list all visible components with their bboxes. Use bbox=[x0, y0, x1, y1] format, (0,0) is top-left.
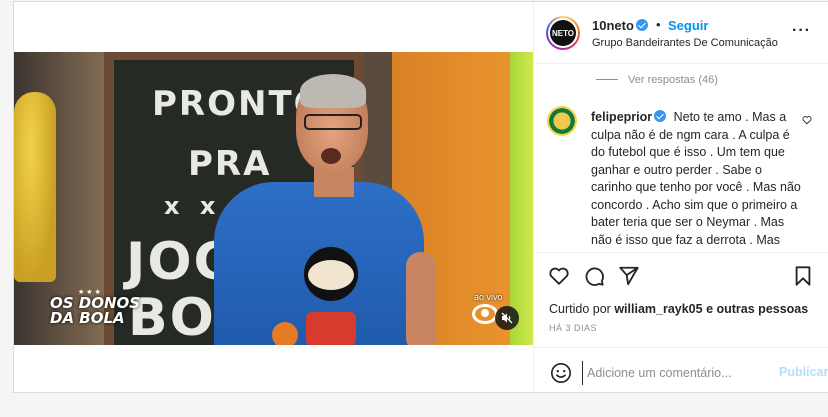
mute-button[interactable] bbox=[495, 306, 519, 330]
chalk-text-2: PRA bbox=[188, 144, 272, 184]
add-comment-bar: Publicar bbox=[534, 347, 828, 393]
replies-divider bbox=[596, 79, 618, 80]
comment-text: Neto te amo . Mas a culpa não é de ngm c… bbox=[591, 110, 801, 246]
publish-button[interactable]: Publicar bbox=[779, 365, 828, 379]
glasses bbox=[304, 114, 362, 130]
arm bbox=[406, 252, 436, 345]
share-icon[interactable] bbox=[618, 265, 640, 287]
live-label: ao vivo bbox=[474, 292, 503, 302]
view-replies-link[interactable]: Ver respostas (46) bbox=[596, 74, 718, 86]
avatar-text: NETO bbox=[550, 20, 576, 46]
heart-icon[interactable] bbox=[548, 265, 570, 287]
verified-badge-icon bbox=[654, 110, 667, 122]
bookmark-icon[interactable] bbox=[792, 265, 814, 287]
ellipsis-icon: ··· bbox=[792, 22, 811, 39]
yellow-figure bbox=[14, 92, 56, 282]
liked-suffix-link[interactable]: e outras pessoas bbox=[706, 302, 808, 316]
show-logo: OS DONOS DA BOLA bbox=[50, 294, 141, 327]
post-actions: Curtido por william_rayk05 e outras pess… bbox=[534, 252, 828, 362]
username-text[interactable]: 10neto bbox=[592, 18, 634, 33]
verified-badge-icon bbox=[635, 19, 648, 31]
post-subtitle[interactable]: Grupo Bandeirantes De Comunicação bbox=[592, 37, 778, 49]
speaker-muted-icon bbox=[501, 312, 513, 324]
comment-input[interactable] bbox=[582, 361, 762, 385]
likes-summary: Curtido por william_rayk05 e outras pess… bbox=[549, 302, 808, 316]
follow-button[interactable]: Seguir bbox=[668, 18, 708, 33]
comment-avatar[interactable] bbox=[547, 106, 577, 136]
emoji-icon[interactable] bbox=[550, 362, 572, 384]
mouth bbox=[321, 148, 341, 164]
comment-username[interactable]: felipeprior bbox=[591, 110, 652, 124]
post-username[interactable]: 10neto bbox=[592, 18, 648, 33]
view-replies-text[interactable]: Ver respostas (46) bbox=[628, 74, 718, 86]
liked-user[interactable]: william_rayk05 bbox=[614, 302, 702, 316]
post-sidebar: NETO 10neto • Seguir Grupo Bandeirantes … bbox=[533, 2, 828, 392]
video-player[interactable]: PRONTO PRA x x x x JOG BO ★★★ OS DONOS D… bbox=[14, 52, 533, 345]
chalk-text-5: BO bbox=[128, 288, 216, 345]
more-options-button[interactable]: ··· bbox=[792, 22, 811, 40]
felix-face bbox=[308, 260, 354, 290]
green-wall bbox=[510, 52, 533, 345]
post-header: NETO 10neto • Seguir Grupo Bandeirantes … bbox=[534, 2, 828, 64]
comment-icon[interactable] bbox=[583, 265, 605, 287]
instagram-post: PRONTO PRA x x x x JOG BO ★★★ OS DONOS D… bbox=[13, 1, 828, 393]
avatar[interactable]: NETO bbox=[546, 16, 580, 50]
shirt-print-red bbox=[306, 312, 356, 345]
dot-separator: • bbox=[656, 17, 661, 32]
orange-ball bbox=[272, 322, 298, 345]
channel-logo bbox=[472, 304, 498, 324]
liked-prefix: Curtido por bbox=[549, 302, 611, 316]
post-date[interactable]: HÁ 3 DIAS bbox=[549, 323, 597, 333]
presenter-hair bbox=[300, 74, 366, 108]
post-media: PRONTO PRA x x x x JOG BO ★★★ OS DONOS D… bbox=[14, 2, 533, 392]
comment-like-icon[interactable] bbox=[802, 115, 812, 125]
comment-body: felipeprior Neto te amo . Mas a culpa nã… bbox=[591, 109, 805, 246]
